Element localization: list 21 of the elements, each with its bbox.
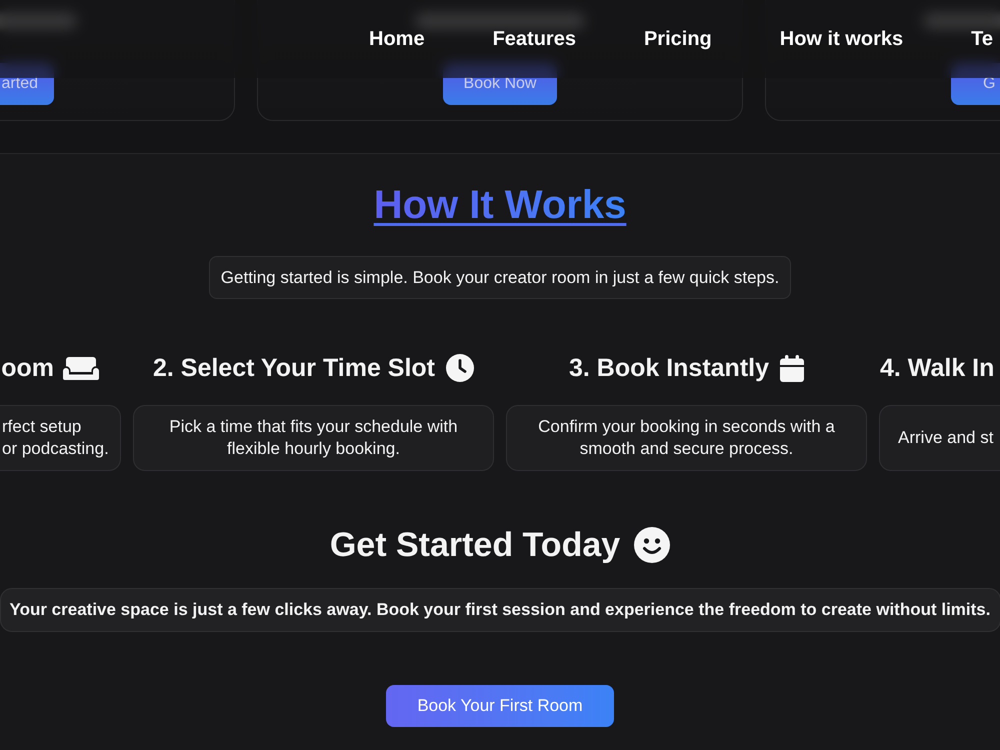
section-subtitle: Getting started is simple. Book your creator room in just a few quick steps. xyxy=(208,256,792,299)
smiley-icon xyxy=(634,527,670,563)
nav-link[interactable]: Pricing xyxy=(644,29,712,49)
nav-link[interactable]: How it works xyxy=(780,29,904,49)
nav-link[interactable]: Te xyxy=(971,29,993,49)
step-description: Pick a time that fits your schedule with flexible hourly booking. xyxy=(168,416,459,460)
couch-icon xyxy=(63,356,99,380)
book-room-button[interactable]: Book Your First Room xyxy=(386,685,614,727)
cta-text: Your creative space is just a few clicks away. Book your first session and experience the freedom to create without limits. xyxy=(0,588,1000,632)
step-title: 3. Book Instantly xyxy=(568,353,770,384)
calendar-icon xyxy=(780,354,804,382)
clock-icon xyxy=(446,354,474,382)
step-description: Confirm your booking in seconds with a smooth and secure process. xyxy=(537,416,836,460)
nav-link[interactable]: Home xyxy=(369,29,425,49)
nav-link[interactable]: Features xyxy=(492,29,576,49)
step-title: oom xyxy=(1,353,54,384)
cta-title: Get Started Today xyxy=(330,525,620,566)
step-description: Arrive and st xyxy=(898,427,994,449)
step-title: 2. Select Your Time Slot xyxy=(152,353,436,384)
step-description: rfect setup or podcasting. xyxy=(2,416,109,460)
step-title: 4. Walk In xyxy=(880,353,994,384)
